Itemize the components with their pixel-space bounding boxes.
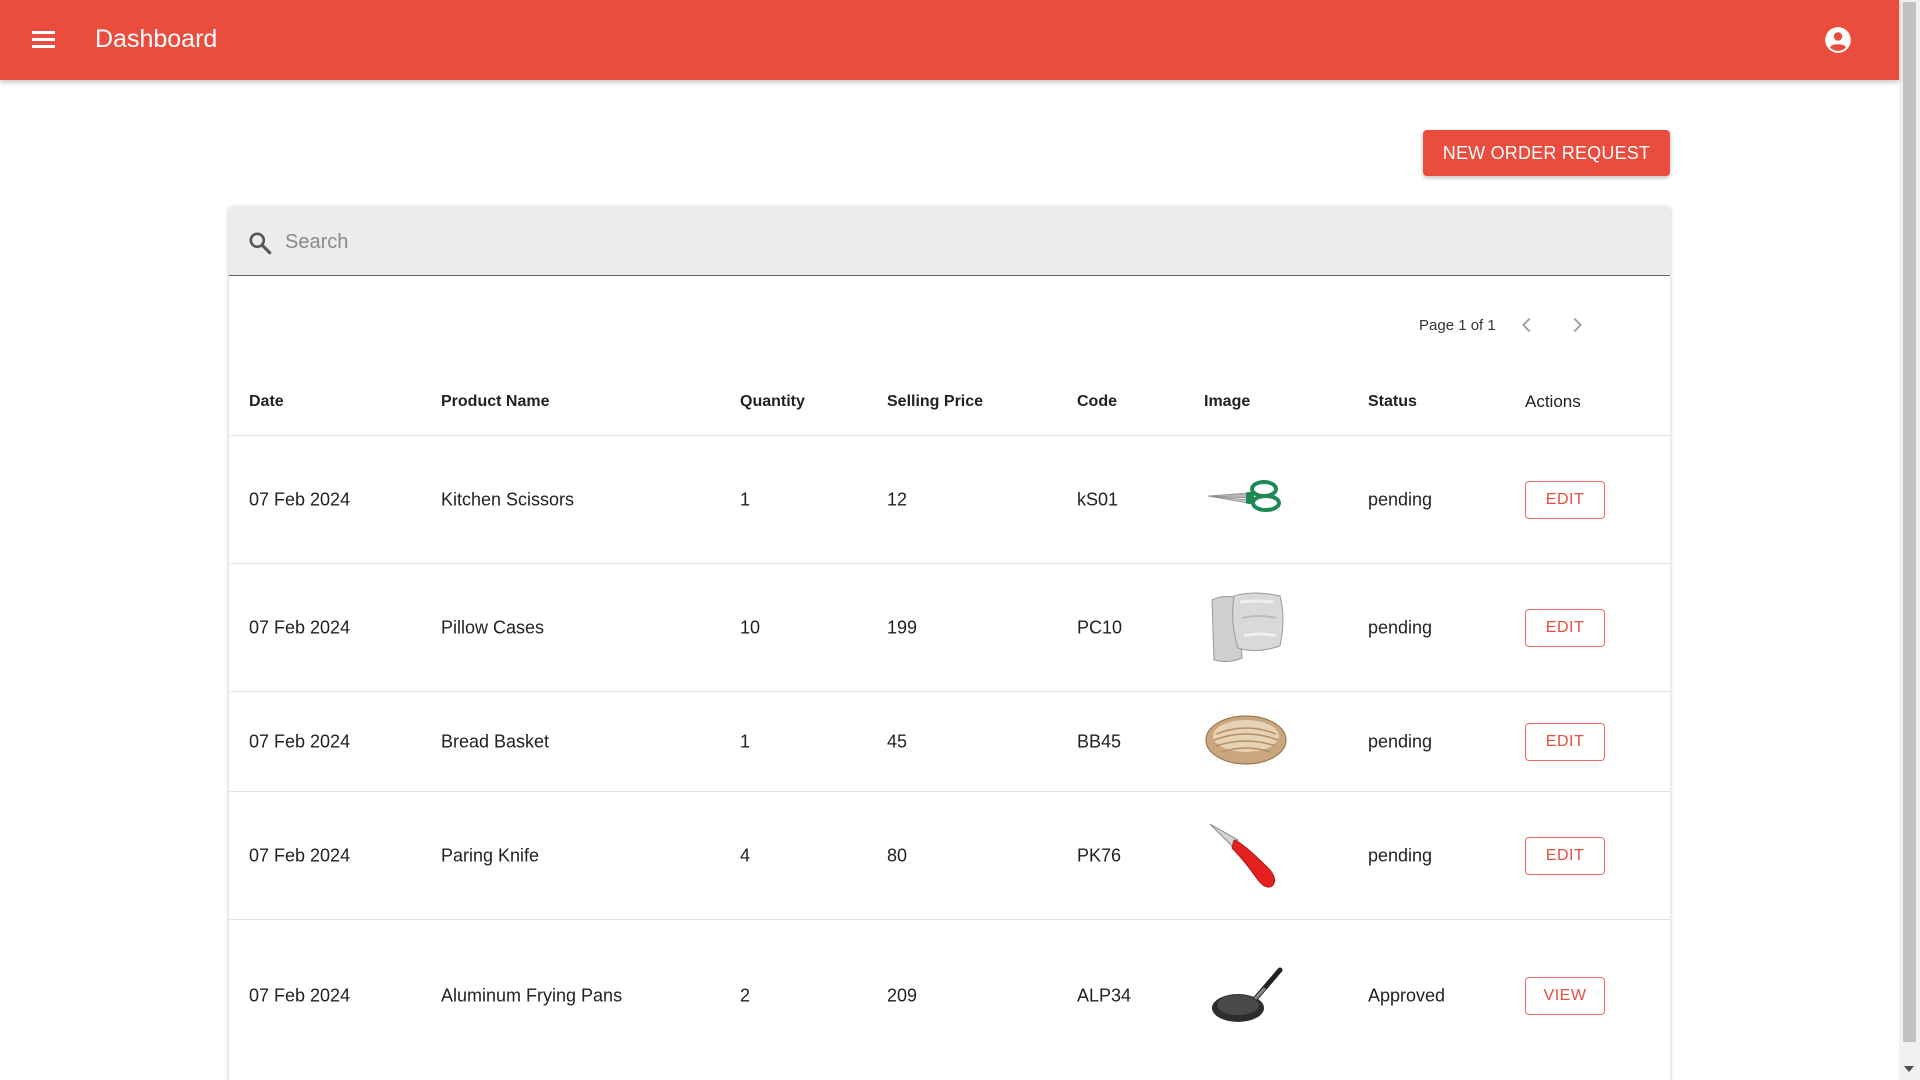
cell-selling-price: 199 (887, 617, 918, 638)
cell-quantity: 1 (740, 731, 751, 752)
product-image-pillow (1211, 592, 1284, 663)
view-button[interactable]: VIEW (1525, 977, 1605, 1015)
column-header-image[interactable]: Image (1204, 368, 1250, 436)
cell-quantity: 4 (740, 845, 751, 866)
orders-card: Page 1 of 1 Date Product Name Quantity S… (229, 206, 1670, 1080)
cell-selling-price: 209 (887, 985, 918, 1006)
cell-selling-price: 45 (887, 731, 908, 752)
cell-date: 07 Feb 2024 (249, 845, 351, 866)
cell-quantity: 1 (740, 489, 751, 510)
cell-product-name: Paring Knife (441, 845, 540, 866)
column-header-code[interactable]: Code (1077, 368, 1117, 436)
cell-date: 07 Feb 2024 (249, 489, 351, 510)
cell-code: BB45 (1077, 731, 1122, 752)
cell-code: kS01 (1077, 489, 1119, 510)
table-row: 07 Feb 2024 Bread Basket 1 45 BB45 pendi… (229, 692, 1670, 792)
chevron-left-icon[interactable] (1516, 314, 1538, 336)
app-root: Dashboard NEW ORDER REQUEST Page 1 of 1 (0, 0, 1920, 1080)
account-circle-icon[interactable] (1824, 26, 1852, 54)
product-image-knife (1209, 823, 1276, 888)
cell-code: ALP34 (1077, 985, 1132, 1006)
cell-product-name: Kitchen Scissors (441, 489, 575, 510)
app-bar: Dashboard (0, 0, 1899, 80)
column-header-selling-price[interactable]: Selling Price (887, 368, 983, 436)
edit-button[interactable]: EDIT (1525, 481, 1605, 519)
cell-date: 07 Feb 2024 (249, 985, 351, 1006)
pagination: Page 1 of 1 (1419, 310, 1588, 340)
column-header-actions: Actions (1525, 392, 1581, 411)
page-scrollbar[interactable] (1899, 0, 1920, 1080)
cell-product-name: Aluminum Frying Pans (441, 985, 623, 1006)
cell-product-name: Bread Basket (441, 731, 550, 752)
cell-date: 07 Feb 2024 (249, 617, 351, 638)
page-title: Dashboard (95, 25, 218, 53)
cell-date: 07 Feb 2024 (249, 731, 351, 752)
product-image-scissors (1207, 480, 1281, 512)
product-image-frying-pan (1212, 967, 1283, 1022)
cell-code: PK76 (1077, 845, 1122, 866)
table-row: 07 Feb 2024 Pillow Cases 10 199 PC10 pen… (229, 564, 1670, 692)
edit-button[interactable]: EDIT (1525, 609, 1605, 647)
menu-icon[interactable] (30, 28, 58, 52)
cell-status: pending (1368, 489, 1433, 510)
cell-code: PC10 (1077, 617, 1123, 638)
cell-product-name: Pillow Cases (441, 617, 545, 638)
table-header: Date Product Name Quantity Selling Price… (229, 368, 1670, 436)
cell-status: pending (1368, 845, 1433, 866)
column-header-quantity[interactable]: Quantity (740, 368, 805, 436)
cell-selling-price: 12 (887, 489, 908, 510)
scrollbar-thumb[interactable] (1903, 2, 1916, 1042)
edit-button[interactable]: EDIT (1525, 837, 1605, 875)
table-row: 07 Feb 2024 Aluminum Frying Pans 2 209 A… (229, 920, 1670, 1070)
cell-status: Approved (1368, 985, 1446, 1006)
cell-selling-price: 80 (887, 845, 908, 866)
column-header-date[interactable]: Date (249, 368, 284, 436)
column-header-status[interactable]: Status (1368, 368, 1417, 436)
table-row: 07 Feb 2024 Paring Knife 4 80 PK76 pendi… (229, 792, 1670, 920)
search-input[interactable] (285, 224, 1585, 260)
search-bar (229, 206, 1670, 276)
column-header-product-name[interactable]: Product Name (441, 368, 549, 436)
product-image-basket (1205, 715, 1287, 765)
edit-button[interactable]: EDIT (1525, 723, 1605, 761)
cell-status: pending (1368, 617, 1433, 638)
cell-quantity: 10 (740, 617, 761, 638)
new-order-request-button[interactable]: NEW ORDER REQUEST (1423, 130, 1670, 176)
table-row: 07 Feb 2024 Kitchen Scissors 1 12 kS01 p… (229, 436, 1670, 564)
cell-quantity: 2 (740, 985, 751, 1006)
scroll-down-arrow-icon[interactable] (1904, 1066, 1914, 1072)
chevron-right-icon[interactable] (1566, 314, 1588, 336)
search-icon (249, 232, 272, 255)
cell-status: pending (1368, 731, 1433, 752)
pagination-label: Page 1 of 1 (1419, 316, 1496, 334)
